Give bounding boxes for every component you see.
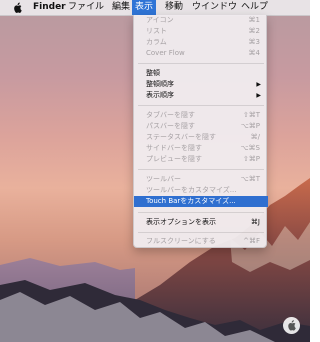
menu-item-hide-preview[interactable]: プレビューを隠す ⇧⌘P bbox=[134, 154, 268, 165]
menu-item-shortcut: ⌘2 bbox=[248, 27, 260, 35]
apple-logo-icon bbox=[14, 2, 22, 13]
menu-item-label: 表示オプションを表示 bbox=[146, 218, 216, 226]
menu-item-label: リスト bbox=[146, 27, 167, 35]
menu-item-label: サイドバーを隠す bbox=[146, 144, 202, 152]
menu-item-hide-status-bar[interactable]: ステータスバーを隠す ⌘/ bbox=[134, 132, 268, 143]
menu-item-label: フルスクリーンにする bbox=[146, 237, 216, 245]
menu-item-label: プレビューを隠す bbox=[146, 155, 202, 163]
menu-item-label: タブバーを隠す bbox=[146, 111, 195, 119]
menu-file[interactable]: ファイル bbox=[68, 0, 104, 15]
menu-item-label: Cover Flow bbox=[146, 49, 185, 57]
menu-item-shortcut: ⌥⌘P bbox=[240, 122, 260, 130]
menu-item-sort-by[interactable]: 表示順序 ▶ bbox=[134, 90, 268, 101]
menu-item-column-view[interactable]: カラム ⌘3 bbox=[134, 37, 268, 48]
menu-item-shortcut: ⌘1 bbox=[248, 16, 260, 24]
menu-item-label: 整頓 bbox=[146, 69, 160, 77]
menu-separator bbox=[138, 232, 264, 233]
menu-window[interactable]: ウインドウ bbox=[192, 0, 237, 15]
apple-menu-icon[interactable] bbox=[13, 0, 23, 15]
menu-item-hide-path-bar[interactable]: パスバーを隠す ⌥⌘P bbox=[134, 121, 268, 132]
menu-bar: Finder ファイル 編集 表示 移動 ウインドウ ヘルプ bbox=[0, 0, 310, 16]
menu-item-label: 表示順序 bbox=[146, 91, 174, 99]
menu-item-icon-view[interactable]: アイコン ⌘1 bbox=[134, 15, 268, 26]
menu-item-toolbar[interactable]: ツールバー ⌥⌘T bbox=[134, 174, 268, 185]
menu-item-label: アイコン bbox=[146, 16, 174, 24]
submenu-arrow-icon: ▶ bbox=[256, 81, 261, 88]
menu-item-label: ツールバー bbox=[146, 175, 181, 183]
menu-finder[interactable]: Finder bbox=[33, 0, 66, 15]
apple-logo-icon bbox=[288, 320, 296, 331]
watermark-logo-icon bbox=[283, 317, 300, 334]
menu-item-shortcut: ⌘4 bbox=[248, 49, 260, 57]
menu-item-label: ステータスバーを隠す bbox=[146, 133, 216, 141]
menu-item-shortcut: ⌘J bbox=[250, 218, 260, 226]
menu-view[interactable]: 表示 bbox=[132, 0, 156, 15]
menu-item-label: カラム bbox=[146, 38, 167, 46]
menu-item-hide-sidebar[interactable]: サイドバーを隠す ⌥⌘S bbox=[134, 143, 268, 154]
menu-separator bbox=[138, 63, 264, 64]
menu-item-shortcut: ⌘/ bbox=[250, 133, 260, 141]
view-menu-dropdown: アイコン ⌘1 リスト ⌘2 カラム ⌘3 Cover Flow ⌘4 整頓 整… bbox=[133, 15, 268, 248]
menu-item-show-view-options[interactable]: 表示オプションを表示 ⌘J bbox=[134, 217, 268, 228]
menu-item-label: 整頓順序 bbox=[146, 80, 174, 88]
submenu-arrow-icon: ▶ bbox=[256, 92, 261, 99]
menu-item-shortcut: ⇧⌘P bbox=[242, 155, 260, 163]
menu-item-enter-full-screen[interactable]: フルスクリーンにする ^⌘F bbox=[134, 236, 268, 247]
menu-item-clean-up-by[interactable]: 整頓順序 ▶ bbox=[134, 79, 268, 90]
menu-item-customize-toolbar[interactable]: ツールバーをカスタマイズ... bbox=[134, 185, 268, 196]
menu-item-label: Touch Barをカスタマイズ... bbox=[146, 197, 236, 205]
menu-item-shortcut: ⌥⌘S bbox=[240, 144, 260, 152]
menu-item-hide-tab-bar[interactable]: タブバーを隠す ⇧⌘T bbox=[134, 110, 268, 121]
menu-item-label: パスバーを隠す bbox=[146, 122, 195, 130]
menu-item-clean-up[interactable]: 整頓 bbox=[134, 68, 268, 79]
menu-item-cover-flow[interactable]: Cover Flow ⌘4 bbox=[134, 48, 268, 59]
menu-separator bbox=[138, 105, 264, 106]
menu-item-list-view[interactable]: リスト ⌘2 bbox=[134, 26, 268, 37]
menu-item-shortcut: ⇧⌘T bbox=[242, 111, 260, 119]
menu-item-label: ツールバーをカスタマイズ... bbox=[146, 186, 237, 194]
menu-edit[interactable]: 編集 bbox=[112, 0, 130, 15]
menu-help[interactable]: ヘルプ bbox=[241, 0, 268, 15]
menu-item-shortcut: ⌥⌘T bbox=[240, 175, 260, 183]
menu-item-customize-touch-bar[interactable]: Touch Barをカスタマイズ... bbox=[134, 196, 268, 207]
menu-separator bbox=[138, 212, 264, 213]
menu-go[interactable]: 移動 bbox=[165, 0, 183, 15]
menu-separator bbox=[138, 169, 264, 170]
menu-item-shortcut: ^⌘F bbox=[243, 237, 260, 245]
menu-item-shortcut: ⌘3 bbox=[248, 38, 260, 46]
